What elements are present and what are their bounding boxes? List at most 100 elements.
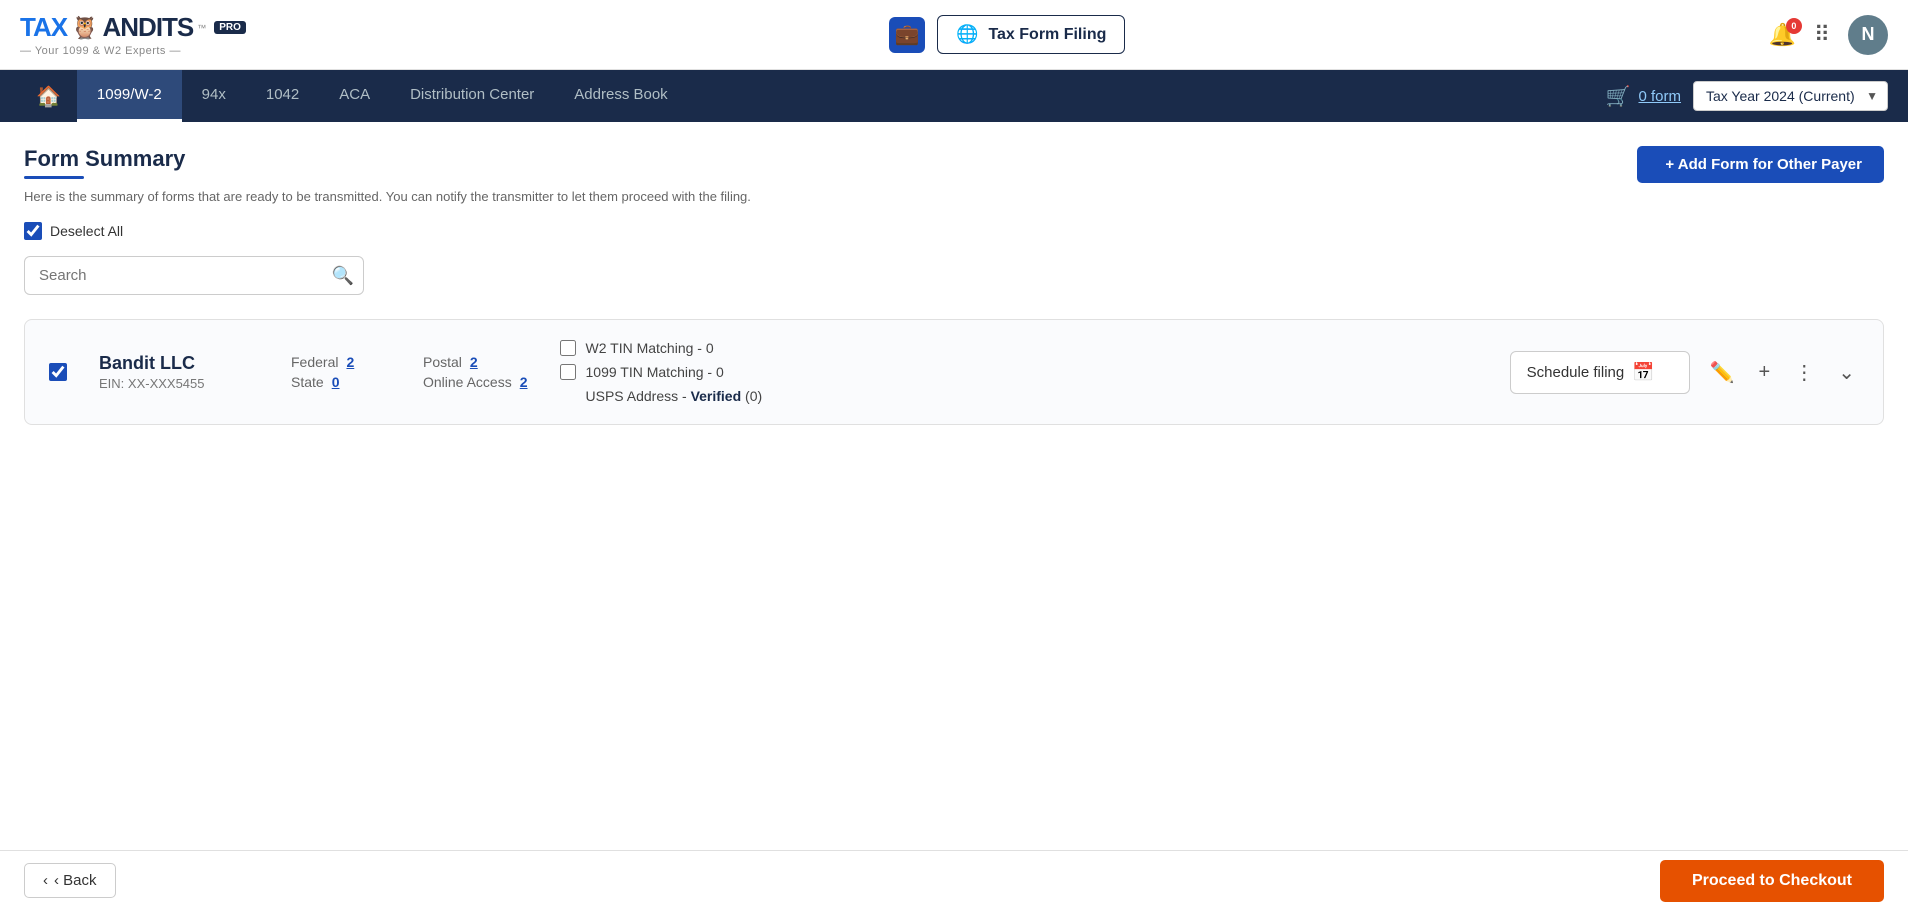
nav-label-1099w2: 1099/W-2 — [97, 86, 162, 103]
nav-item-distribution[interactable]: Distribution Center — [390, 70, 554, 122]
payer-card: Bandit LLC EIN: XX-XXX5455 Federal 2 Sta… — [24, 319, 1884, 425]
logo-owl-icon: 🦉 — [71, 15, 98, 41]
online-count-row: Online Access 2 — [423, 374, 528, 390]
schedule-label: Schedule filing — [1527, 364, 1625, 381]
form-summary-title-area: Form Summary Here is the summary of form… — [24, 146, 751, 204]
nav-label-94x: 94x — [202, 86, 226, 103]
grid-icon: ⠿ — [1814, 22, 1830, 47]
header-right: 🔔 0 ⠿ N — [1768, 15, 1888, 55]
back-arrow-icon: ‹ — [43, 872, 48, 889]
w2-tin-row: W2 TIN Matching - 0 — [560, 340, 780, 356]
tin-matching-area: W2 TIN Matching - 0 1099 TIN Matching - … — [560, 340, 780, 404]
edit-button[interactable]: ✏️ — [1706, 356, 1739, 389]
payer-info: Bandit LLC EIN: XX-XXX5455 — [99, 353, 259, 391]
state-count-row: State 0 — [291, 374, 391, 390]
footer: ‹ ‹ Back Proceed to Checkout — [0, 850, 1908, 910]
nav-label-distribution: Distribution Center — [410, 86, 534, 103]
online-count[interactable]: 2 — [520, 374, 528, 390]
state-label: State — [291, 374, 324, 390]
page-title: Form Summary — [24, 146, 751, 185]
form-summary-header: Form Summary Here is the summary of form… — [24, 146, 1884, 204]
add-button[interactable]: + — [1755, 357, 1775, 388]
state-count[interactable]: 0 — [332, 374, 340, 390]
nav-item-1042[interactable]: 1042 — [246, 70, 319, 122]
deselect-all-checkbox[interactable] — [24, 222, 42, 240]
plus-icon: + — [1759, 361, 1771, 383]
w2-tin-label: W2 TIN Matching - 0 — [586, 340, 714, 356]
tax-form-icon-box: 💼 — [889, 17, 925, 53]
home-icon: 🏠 — [36, 84, 61, 109]
avatar-letter: N — [1862, 24, 1875, 45]
federal-count-row: Federal 2 — [291, 354, 391, 370]
tin1099-checkbox[interactable] — [560, 364, 576, 380]
add-form-label: + Add Form for Other Payer — [1665, 156, 1862, 173]
briefcase-icon: 💼 — [895, 22, 920, 47]
main-content: Form Summary Here is the summary of form… — [0, 122, 1908, 910]
pencil-icon: ✏️ — [1710, 362, 1735, 384]
tin1099-label: 1099 TIN Matching - 0 — [586, 364, 724, 380]
ellipsis-icon: ⋮ — [1794, 362, 1814, 384]
payer-checkbox[interactable] — [49, 363, 67, 381]
usps-count: (0) — [745, 388, 762, 404]
grid-menu-button[interactable]: ⠿ — [1814, 22, 1830, 48]
header: TAX 🦉 ANDITS ™ PRO — Your 1099 & W2 Expe… — [0, 0, 1908, 70]
nav-item-1099w2[interactable]: 1099/W-2 — [77, 70, 182, 122]
nav-item-aca[interactable]: ACA — [319, 70, 390, 122]
nav-item-94x[interactable]: 94x — [182, 70, 246, 122]
add-form-other-payer-button[interactable]: + Add Form for Other Payer — [1637, 146, 1884, 183]
logo-tax: TAX — [20, 12, 67, 43]
cart-icon: 🛒 — [1606, 84, 1631, 109]
notification-button[interactable]: 🔔 0 — [1768, 22, 1795, 48]
page-subtitle: Here is the summary of forms that are re… — [24, 189, 751, 204]
cart-count[interactable]: 0 form — [1638, 88, 1681, 105]
payer-ein: EIN: XX-XXX5455 — [99, 376, 259, 391]
usps-label: USPS Address - — [586, 388, 687, 404]
nav-label-addressbook: Address Book — [574, 86, 667, 103]
search-icon: 🔍 — [332, 265, 354, 285]
postal-online-counts: Postal 2 Online Access 2 — [423, 354, 528, 390]
search-wrapper: 🔍 — [24, 256, 364, 295]
filing-counts: Federal 2 State 0 — [291, 354, 391, 390]
tax-form-filing-button[interactable]: 🌐 Tax Form Filing — [937, 15, 1125, 54]
nav-label-aca: ACA — [339, 86, 370, 103]
back-label: ‹ Back — [54, 872, 97, 889]
schedule-filing-button[interactable]: Schedule filing 📅 — [1510, 351, 1690, 394]
federal-label: Federal — [291, 354, 338, 370]
back-button[interactable]: ‹ ‹ Back — [24, 863, 116, 898]
calendar-icon: 📅 — [1632, 362, 1654, 383]
notification-badge: 0 — [1786, 18, 1802, 34]
cart-area[interactable]: 🛒 0 form — [1594, 84, 1693, 109]
usps-row: USPS Address - Verified (0) — [586, 388, 780, 404]
deselect-area: Deselect All — [24, 222, 1884, 240]
tax-year-select[interactable]: Tax Year 2024 (Current) Tax Year 2023 Ta… — [1693, 81, 1888, 111]
deselect-all-label[interactable]: Deselect All — [50, 223, 123, 239]
nav-label-1042: 1042 — [266, 86, 299, 103]
search-button[interactable]: 🔍 — [332, 265, 354, 286]
w2-tin-checkbox[interactable] — [560, 340, 576, 356]
nav-item-addressbook[interactable]: Address Book — [554, 70, 687, 122]
tin1099-row: 1099 TIN Matching - 0 — [560, 364, 780, 380]
globe-icon: 🌐 — [956, 24, 978, 45]
expand-button[interactable]: ⌄ — [1834, 356, 1859, 389]
chevron-down-icon: ⌄ — [1838, 362, 1855, 384]
main-nav: 🏠 1099/W-2 94x 1042 ACA Distribution Cen… — [0, 70, 1908, 122]
tax-form-filing-label: Tax Form Filing — [988, 26, 1106, 44]
usps-status: Verified — [691, 388, 742, 404]
more-options-button[interactable]: ⋮ — [1790, 356, 1818, 389]
search-input[interactable] — [24, 256, 364, 295]
federal-count[interactable]: 2 — [346, 354, 354, 370]
payer-actions: Schedule filing 📅 ✏️ + ⋮ ⌄ — [1510, 351, 1859, 394]
proceed-to-checkout-button[interactable]: Proceed to Checkout — [1660, 860, 1884, 902]
trademark-badge: ™ — [197, 23, 206, 33]
logo-area: TAX 🦉 ANDITS ™ PRO — Your 1099 & W2 Expe… — [20, 12, 246, 57]
payer-name: Bandit LLC — [99, 353, 259, 374]
logo-bandits: ANDITS — [102, 12, 193, 43]
user-avatar-button[interactable]: N — [1848, 15, 1888, 55]
header-center: 💼 🌐 Tax Form Filing — [262, 15, 1753, 54]
online-label: Online Access — [423, 374, 512, 390]
proceed-label: Proceed to Checkout — [1692, 872, 1852, 889]
nav-home-button[interactable]: 🏠 — [20, 70, 77, 123]
postal-count[interactable]: 2 — [470, 354, 478, 370]
postal-label: Postal — [423, 354, 462, 370]
logo-subtitle: — Your 1099 & W2 Experts — — [20, 45, 181, 57]
